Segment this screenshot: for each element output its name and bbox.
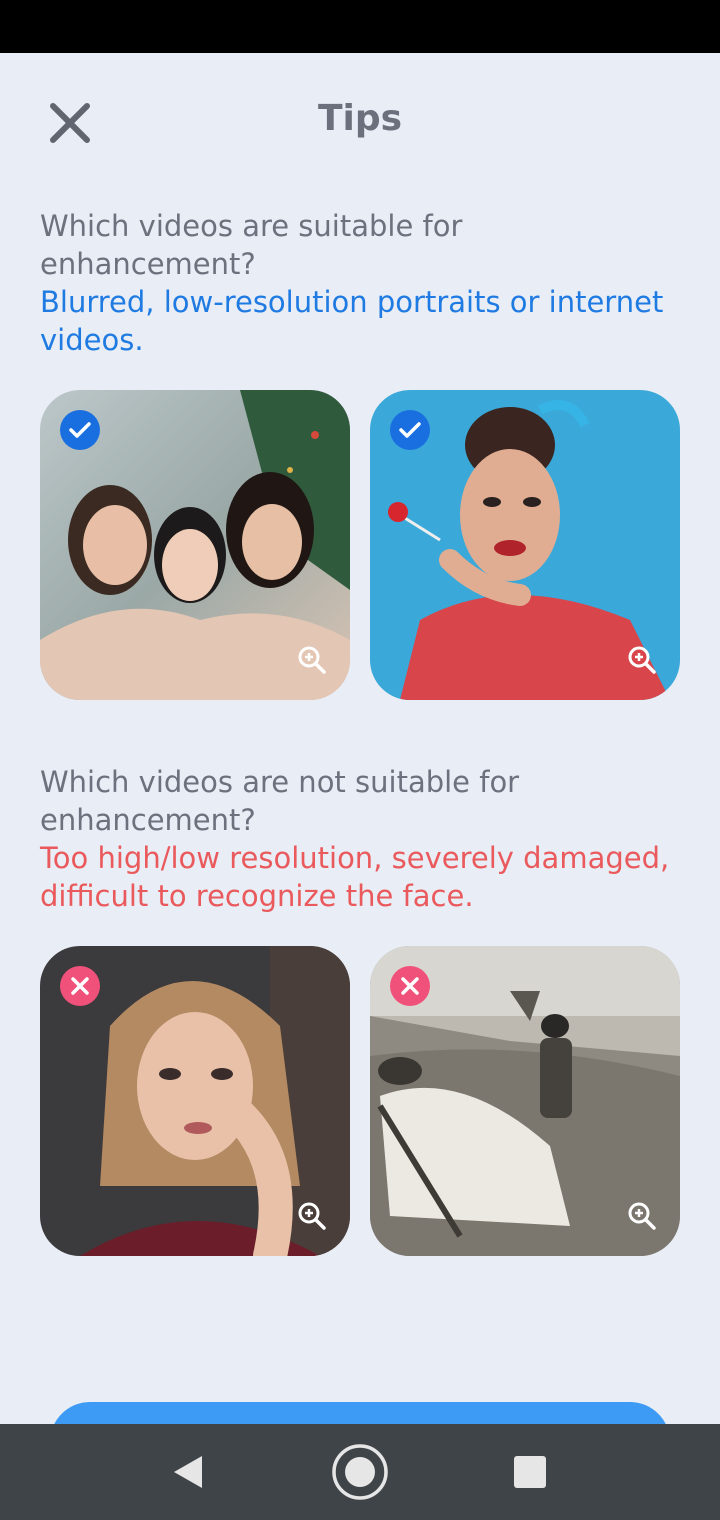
zoom-icon[interactable] — [626, 644, 658, 676]
group-selfie-photo[interactable] — [40, 390, 350, 700]
navigation-bar — [0, 1424, 720, 1520]
check-icon — [60, 410, 100, 450]
blonde-portrait-photo[interactable] — [40, 946, 350, 1256]
recents-icon[interactable] — [500, 1442, 560, 1502]
unsuitable-answer: Too high/low resolution, severely damage… — [40, 841, 670, 913]
x-icon — [60, 966, 100, 1006]
page-title: Tips — [317, 98, 403, 139]
suitable-answer: Blurred, low-resolution portraits or int… — [40, 285, 664, 357]
lollipop-portrait-photo[interactable] — [370, 390, 680, 700]
back-icon[interactable] — [158, 1442, 218, 1502]
home-icon[interactable] — [330, 1442, 390, 1502]
zoom-icon[interactable] — [626, 1200, 658, 1232]
check-icon — [390, 410, 430, 450]
header: Tips — [0, 53, 720, 193]
x-icon — [390, 966, 430, 1006]
zoom-icon[interactable] — [296, 1200, 328, 1232]
zoom-icon[interactable] — [296, 644, 328, 676]
unsuitable-question: Which videos are not suitable for enhanc… — [40, 765, 520, 837]
suitable-section: Which videos are suitable for enhancemen… — [40, 207, 680, 359]
status-bar — [0, 0, 720, 53]
unsuitable-section: Which videos are not suitable for enhanc… — [40, 763, 680, 915]
suitable-question: Which videos are suitable for enhancemen… — [40, 209, 463, 281]
vintage-beach-photo[interactable] — [370, 946, 680, 1256]
